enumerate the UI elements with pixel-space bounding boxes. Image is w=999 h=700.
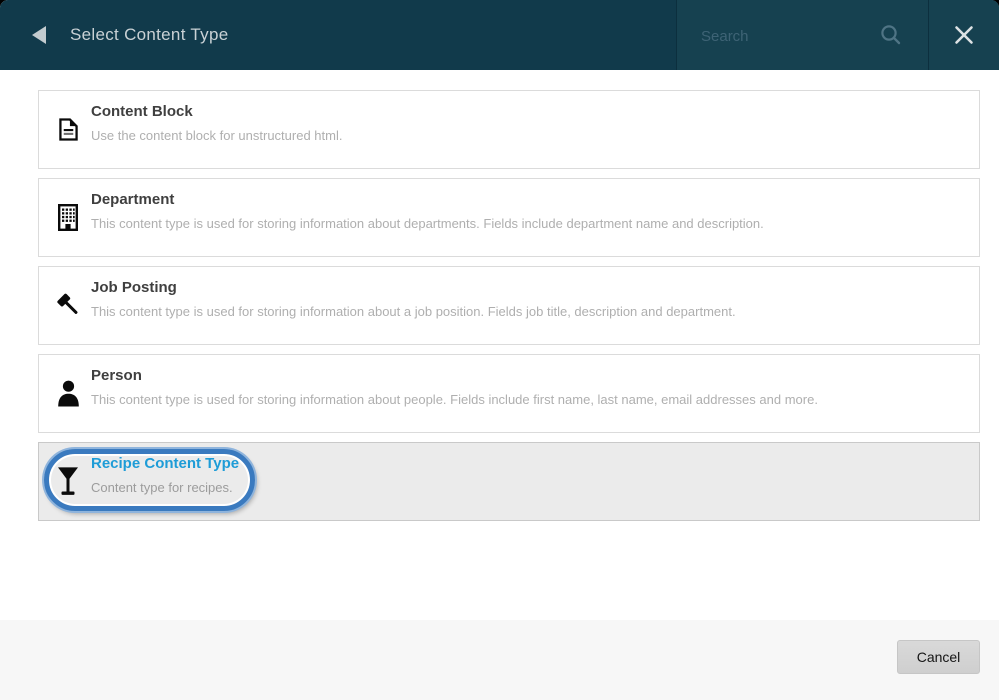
document-icon	[55, 91, 81, 168]
back-button[interactable]	[20, 0, 58, 70]
content-type-text: Person This content type is used for sto…	[91, 367, 967, 407]
content-type-row-content-block[interactable]: Content Block Use the content block for …	[38, 90, 980, 169]
content-type-description: This content type is used for storing in…	[91, 392, 818, 407]
content-type-title: Content Block	[91, 103, 193, 120]
content-type-title: Person	[91, 367, 142, 384]
select-content-type-dialog: Select Content Type Search Content Block…	[0, 0, 999, 700]
content-type-row-department[interactable]: Department This content type is used for…	[38, 178, 980, 257]
content-type-text: Content Block Use the content block for …	[91, 103, 967, 143]
search-icon[interactable]	[880, 24, 902, 46]
content-type-text: Job Posting This content type is used fo…	[91, 279, 967, 319]
close-icon	[954, 25, 974, 45]
content-type-title: Job Posting	[91, 279, 177, 296]
back-arrow-icon	[32, 26, 46, 44]
dialog-footer: Cancel	[0, 620, 999, 700]
content-type-description: This content type is used for storing in…	[91, 304, 736, 319]
content-type-text: Recipe Content Type Content type for rec…	[91, 455, 967, 495]
content-type-row-job-posting[interactable]: Job Posting This content type is used fo…	[38, 266, 980, 345]
gavel-icon	[55, 267, 81, 344]
content-type-title: Department	[91, 191, 175, 208]
search-box	[676, 0, 928, 72]
dialog-header: Select Content Type	[0, 0, 999, 72]
person-icon	[55, 355, 81, 432]
content-type-row-person[interactable]: Person This content type is used for sto…	[38, 354, 980, 433]
content-type-description: Content type for recipes.	[91, 480, 233, 495]
martini-glass-icon	[55, 443, 81, 520]
search-input[interactable]	[699, 0, 873, 72]
content-type-description: This content type is used for storing in…	[91, 216, 764, 231]
close-button[interactable]	[928, 0, 999, 70]
building-icon	[55, 179, 81, 256]
content-type-row-recipe[interactable]: Recipe Content Type Content type for rec…	[38, 442, 980, 521]
cancel-button[interactable]: Cancel	[897, 640, 980, 674]
content-type-title: Recipe Content Type	[91, 455, 240, 472]
content-type-list: Content Block Use the content block for …	[0, 70, 999, 521]
page-title: Select Content Type	[70, 25, 229, 44]
content-type-text: Department This content type is used for…	[91, 191, 967, 231]
content-type-description: Use the content block for unstructured h…	[91, 128, 343, 143]
